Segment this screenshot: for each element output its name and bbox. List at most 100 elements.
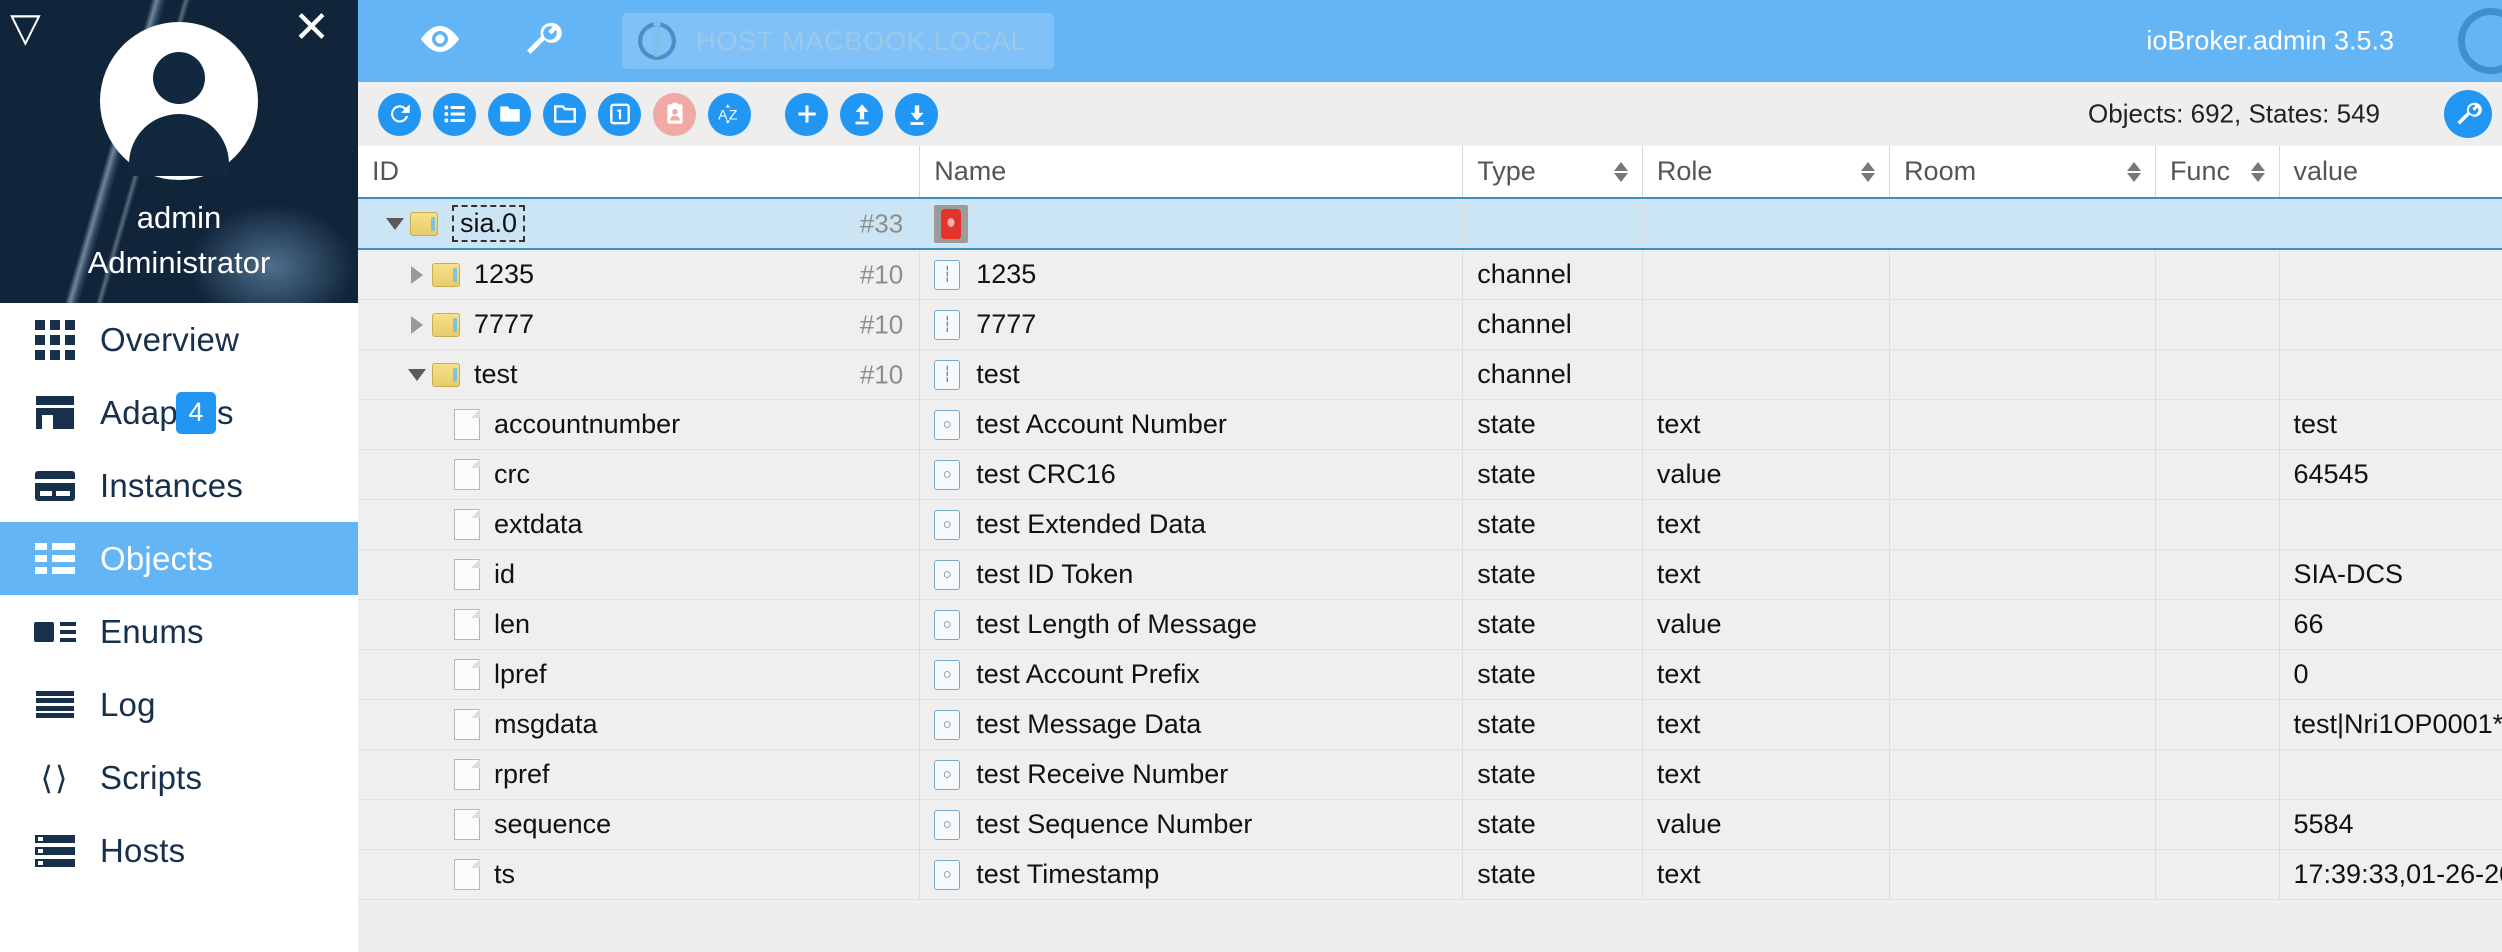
cell-id[interactable]: 1235 #10 bbox=[358, 249, 921, 300]
cell-value[interactable]: test bbox=[2279, 399, 2502, 450]
cell-function[interactable] bbox=[2155, 649, 2280, 700]
sidebar-item-objects[interactable]: Objects bbox=[0, 522, 358, 595]
cell-role[interactable]: text bbox=[1642, 399, 1891, 450]
cell-function[interactable] bbox=[2155, 349, 2280, 400]
cell-role[interactable]: value bbox=[1642, 599, 1891, 650]
cell-id[interactable]: len bbox=[358, 599, 921, 650]
cell-role[interactable]: value bbox=[1642, 449, 1891, 500]
collapse-all-button[interactable] bbox=[543, 92, 586, 136]
add-object-button[interactable] bbox=[785, 92, 828, 136]
expand-all-button[interactable] bbox=[488, 92, 531, 136]
cell-name[interactable]: ○ test Receive Number bbox=[919, 749, 1464, 800]
cell-value[interactable]: 17:39:33,01-26-2019 bbox=[2279, 849, 2502, 900]
host-selector-chip[interactable]: HOST MACBOOK.LOCAL bbox=[622, 13, 1055, 69]
cell-function[interactable] bbox=[2155, 549, 2280, 600]
cell-id[interactable]: extdata bbox=[358, 499, 921, 550]
table-row[interactable]: ts ○ test Timestamp state text 17:39:33,01-26… bbox=[358, 849, 2502, 900]
sidebar-item-instances[interactable]: Instances bbox=[0, 449, 358, 522]
cell-name[interactable]: ○ test Message Data bbox=[919, 699, 1464, 750]
cell-value[interactable]: test|Nri1OP0001*Familie* bbox=[2279, 699, 2502, 750]
cell-function[interactable] bbox=[2155, 399, 2280, 450]
cell-name[interactable]: ┆ test bbox=[919, 349, 1464, 400]
export-button[interactable] bbox=[895, 92, 938, 136]
cell-value[interactable]: 64545 bbox=[2279, 449, 2502, 500]
cell-function[interactable] bbox=[2155, 699, 2280, 750]
cell-function[interactable] bbox=[2155, 799, 2280, 850]
cell-type[interactable]: channel bbox=[1462, 249, 1643, 300]
table-row[interactable]: id ○ test ID Token state text SIA-DCS bbox=[358, 549, 2502, 600]
cell-type[interactable]: state bbox=[1462, 449, 1643, 500]
cell-value[interactable] bbox=[2279, 749, 2502, 800]
cell-room[interactable] bbox=[1889, 549, 2156, 600]
refresh-button[interactable] bbox=[378, 92, 421, 136]
sidebar-item-hosts[interactable]: Hosts bbox=[0, 814, 358, 887]
cell-type[interactable]: channel bbox=[1462, 299, 1643, 350]
cell-role[interactable] bbox=[1642, 299, 1891, 350]
cell-type[interactable]: state bbox=[1462, 549, 1643, 600]
cell-value[interactable] bbox=[2279, 499, 2502, 550]
cell-id[interactable]: lpref bbox=[358, 649, 921, 700]
table-row[interactable]: 7777 #10 ┆ 7777 channel bbox=[358, 299, 2502, 350]
cell-function[interactable] bbox=[2155, 449, 2280, 500]
cell-function[interactable] bbox=[2155, 749, 2280, 800]
cell-role[interactable] bbox=[1642, 249, 1891, 300]
cell-id[interactable]: sia.0 #33 bbox=[358, 197, 921, 250]
cell-function[interactable] bbox=[2155, 499, 2280, 550]
table-row[interactable]: msgdata ○ test Message Data state text test|N… bbox=[358, 699, 2502, 750]
cell-id[interactable]: msgdata bbox=[358, 699, 921, 750]
cell-role[interactable]: text bbox=[1642, 649, 1891, 700]
cell-name[interactable]: ○ test Account Number bbox=[919, 399, 1464, 450]
cell-name[interactable]: ○ test ID Token bbox=[919, 549, 1464, 600]
sort-az-button[interactable]: A Z bbox=[708, 92, 751, 136]
cell-function[interactable] bbox=[2155, 249, 2280, 300]
cell-room[interactable] bbox=[1889, 799, 2156, 850]
expand-list-button[interactable] bbox=[433, 92, 476, 136]
cell-room[interactable] bbox=[1889, 499, 2156, 550]
cell-name[interactable]: ○ test Extended Data bbox=[919, 499, 1464, 550]
close-icon[interactable]: ✕ bbox=[293, 6, 330, 50]
show-instance-button[interactable] bbox=[653, 92, 696, 136]
cell-name[interactable]: ○ test Timestamp bbox=[919, 849, 1464, 900]
objects-table-container[interactable]: ID Name Type Role Room Func value sia.0 … bbox=[358, 146, 2502, 952]
cell-value[interactable] bbox=[2279, 249, 2502, 300]
expand-one-level-button[interactable] bbox=[598, 92, 641, 136]
cell-id[interactable]: test #10 bbox=[358, 349, 921, 400]
cell-room[interactable] bbox=[1889, 849, 2156, 900]
cell-room[interactable] bbox=[1889, 197, 2156, 250]
table-row[interactable]: lpref ○ test Account Prefix state text 0 bbox=[358, 649, 2502, 700]
collapse-triangle-icon[interactable] bbox=[402, 368, 432, 381]
sort-arrows-icon[interactable] bbox=[1613, 161, 1628, 182]
sidebar-item-scripts[interactable]: ⟨⟩ Scripts bbox=[0, 741, 358, 814]
cell-name[interactable]: ○ test Sequence Number bbox=[919, 799, 1464, 850]
cell-name[interactable]: ○ test Length of Message bbox=[919, 599, 1464, 650]
cell-room[interactable] bbox=[1889, 349, 2156, 400]
table-row[interactable]: sequence ○ test Sequence Number state value 5… bbox=[358, 799, 2502, 850]
cell-value[interactable]: 66 bbox=[2279, 599, 2502, 650]
cell-type[interactable]: state bbox=[1462, 599, 1643, 650]
toolbar-settings-button[interactable] bbox=[2444, 90, 2492, 138]
wrench-icon[interactable] bbox=[522, 19, 562, 64]
cell-value[interactable]: 5584 bbox=[2279, 799, 2502, 850]
cell-room[interactable] bbox=[1889, 299, 2156, 350]
import-button[interactable] bbox=[840, 92, 883, 136]
cell-role[interactable]: text bbox=[1642, 749, 1891, 800]
table-row[interactable]: test #10 ┆ test channel bbox=[358, 349, 2502, 400]
cell-room[interactable] bbox=[1889, 399, 2156, 450]
cell-room[interactable] bbox=[1889, 699, 2156, 750]
column-header-name[interactable]: Name bbox=[919, 146, 1464, 199]
cell-room[interactable] bbox=[1889, 449, 2156, 500]
sort-arrows-icon[interactable] bbox=[1861, 161, 1876, 182]
cell-id[interactable]: accountnumber bbox=[358, 399, 921, 450]
cell-name[interactable]: ┆ 7777 bbox=[919, 299, 1464, 350]
cell-role[interactable] bbox=[1642, 349, 1891, 400]
cell-type[interactable]: state bbox=[1462, 649, 1643, 700]
table-row[interactable]: len ○ test Length of Message state value 66 bbox=[358, 599, 2502, 650]
cell-room[interactable] bbox=[1889, 649, 2156, 700]
sort-arrows-icon[interactable] bbox=[2126, 161, 2141, 182]
cell-name[interactable]: ○ test CRC16 bbox=[919, 449, 1464, 500]
column-header-role[interactable]: Role bbox=[1642, 146, 1891, 199]
cell-name[interactable]: ○ test Account Prefix bbox=[919, 649, 1464, 700]
cell-function[interactable] bbox=[2155, 599, 2280, 650]
caret-down-icon[interactable]: ▽ bbox=[10, 8, 41, 48]
cell-function[interactable] bbox=[2155, 299, 2280, 350]
